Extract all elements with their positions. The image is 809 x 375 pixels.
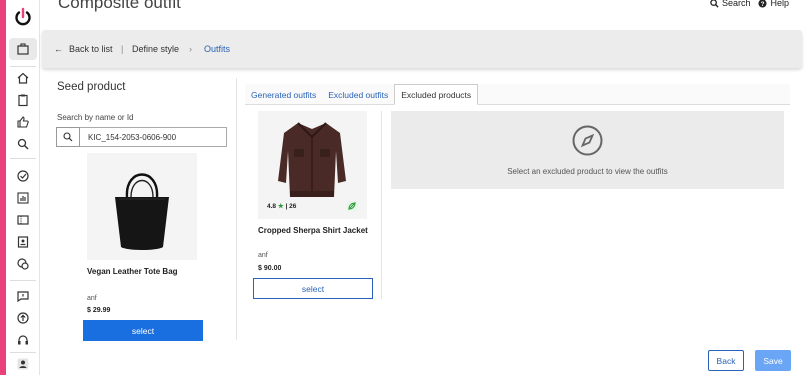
- tab-excluded-products[interactable]: Excluded products: [394, 84, 479, 105]
- chevron-right-icon: ›: [189, 44, 192, 54]
- seed-select-button[interactable]: select: [83, 320, 203, 341]
- rating-value: 4.8: [267, 203, 277, 210]
- user-icon[interactable]: [15, 356, 31, 372]
- id-card-icon[interactable]: [15, 234, 31, 250]
- search-label: Search by name or Id: [57, 113, 134, 122]
- search-button[interactable]: [56, 127, 80, 147]
- breadcrumb: ← Back to list | Define style › Outfits: [42, 30, 802, 68]
- excluded-product-price: $ 90.00: [258, 265, 282, 272]
- nav-divider: [10, 158, 36, 159]
- breadcrumb-outfits[interactable]: Outfits: [204, 44, 230, 54]
- rating-badge: 4.8 ★ | 26: [267, 202, 296, 210]
- check-circle-icon[interactable]: [15, 168, 31, 184]
- column-divider: [236, 78, 237, 340]
- card-divider: [381, 111, 382, 299]
- seed-search-input[interactable]: [80, 127, 227, 147]
- seed-product-name: Vegan Leather Tote Bag: [87, 267, 178, 276]
- support-icon[interactable]: [15, 332, 31, 348]
- search-link[interactable]: Search: [710, 0, 751, 8]
- thumbs-up-icon[interactable]: [15, 114, 31, 130]
- help-link-label: Help: [770, 0, 789, 8]
- upload-icon[interactable]: [15, 310, 31, 326]
- seed-product-image: [87, 153, 197, 260]
- tab-generated-outfits[interactable]: Generated outfits: [245, 84, 322, 105]
- briefcase-icon[interactable]: [15, 41, 31, 57]
- ticket-icon[interactable]: [15, 212, 31, 228]
- nav-divider: [10, 280, 36, 281]
- back-button[interactable]: Back: [708, 350, 744, 371]
- breadcrumb-back-to-list[interactable]: Back to list: [69, 44, 113, 54]
- seed-product-price: $ 29.99: [87, 307, 111, 314]
- back-arrow-icon[interactable]: ←: [54, 44, 63, 54]
- help-link[interactable]: ? Help: [758, 0, 789, 8]
- nav-divider: [10, 352, 36, 353]
- chat-icon[interactable]: [15, 288, 31, 304]
- seed-product-heading: Seed product: [57, 81, 126, 93]
- excluded-product-brand: anf: [258, 252, 268, 259]
- breadcrumb-define-style[interactable]: Define style: [132, 44, 179, 54]
- compass-icon: [572, 125, 603, 156]
- outfits-empty-panel: Select an excluded product to view the o…: [391, 111, 784, 189]
- top-right-actions: Search ? Help: [710, 0, 789, 8]
- help-icon: ?: [758, 0, 768, 8]
- clipboard-icon[interactable]: [15, 92, 31, 108]
- chart-icon[interactable]: [15, 190, 31, 206]
- page-title: Composite outfit: [58, 0, 181, 12]
- seed-product-brand: anf: [87, 295, 97, 302]
- main-content: Composite outfit Search ? Help ← Back to…: [40, 0, 809, 375]
- save-button[interactable]: Save: [755, 350, 791, 371]
- tag-icon[interactable]: [15, 256, 31, 272]
- empty-state-text: Select an excluded product to view the o…: [507, 167, 668, 176]
- search-icon: [710, 0, 719, 8]
- exclude-toggle-icon[interactable]: [347, 201, 357, 211]
- tab-excluded-outfits[interactable]: Excluded outfits: [322, 84, 394, 105]
- star-icon: ★: [277, 203, 284, 210]
- search-link-label: Search: [721, 0, 751, 8]
- breadcrumb-separator: |: [121, 44, 124, 54]
- search-icon[interactable]: [15, 136, 31, 152]
- power-icon[interactable]: [12, 6, 34, 28]
- left-nav: [6, 0, 40, 375]
- nav-divider: [10, 66, 36, 67]
- search-icon: [63, 132, 73, 142]
- excluded-product-select-button[interactable]: select: [253, 278, 373, 299]
- excluded-product-name: Cropped Sherpa Shirt Jacket: [258, 226, 368, 235]
- review-count: 26: [289, 203, 297, 210]
- home-icon[interactable]: [15, 70, 31, 86]
- svg-text:?: ?: [761, 1, 765, 8]
- tote-bag-image: [115, 172, 169, 250]
- outfit-tabs: Generated outfits Excluded outfits Exclu…: [245, 84, 790, 105]
